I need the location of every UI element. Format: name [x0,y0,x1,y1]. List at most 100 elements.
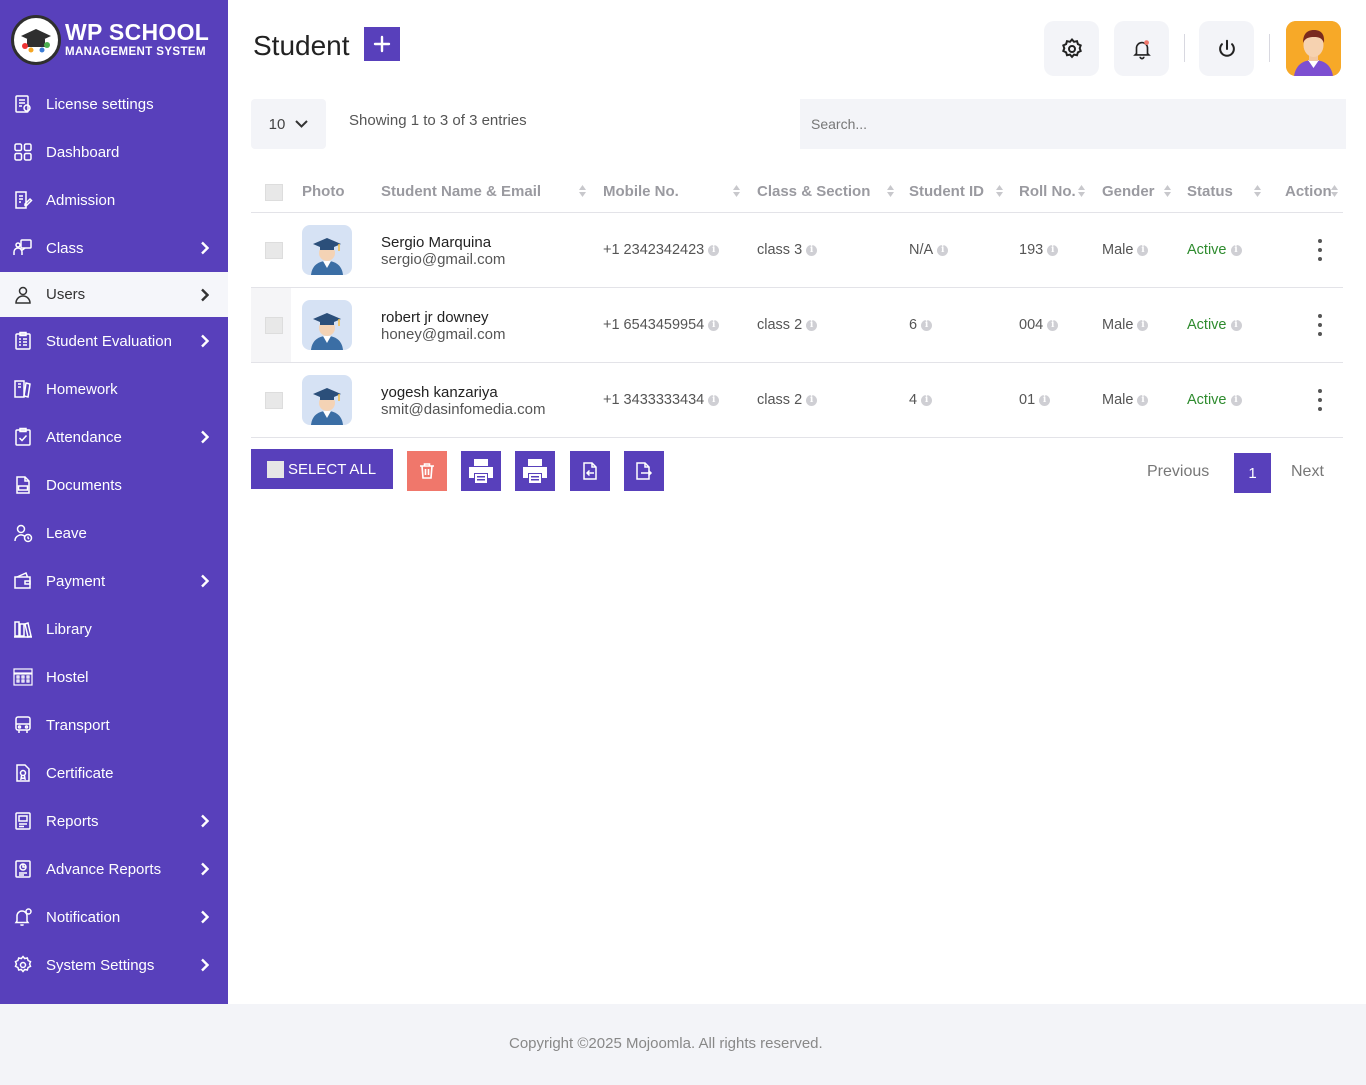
column-header-action: Action [1285,183,1332,200]
info-icon[interactable]: i [806,319,818,331]
column-header-status[interactable]: Status [1187,183,1233,200]
notification-icon [12,906,34,928]
sort-icon[interactable] [996,185,1003,197]
sidebar-item-hostel[interactable]: Hostel [0,653,228,701]
pagination-previous[interactable]: Previous [1147,463,1209,481]
export-button[interactable] [624,451,664,491]
sidebar-item-advance-reports[interactable]: Advance Reports [0,845,228,893]
info-icon[interactable]: i [1047,319,1059,331]
info-icon[interactable]: i [1137,244,1149,256]
select-all-checkbox[interactable] [265,184,283,201]
info-icon[interactable]: i [921,319,933,331]
column-header-gender[interactable]: Gender [1102,183,1155,200]
column-header-name-email[interactable]: Student Name & Email [381,183,541,200]
column-header-roll-no[interactable]: Roll No. [1019,183,1076,200]
sort-icon[interactable] [1331,185,1338,197]
select-all-button[interactable]: SELECT ALL [251,449,393,489]
logout-button[interactable] [1199,21,1254,76]
sidebar-item-class[interactable]: Class [0,224,228,272]
column-header-class-section[interactable]: Class & Section [757,183,870,200]
column-header-mobile[interactable]: Mobile No. [603,183,679,200]
bus-icon [12,714,34,736]
brand-subtitle: MANAGEMENT SYSTEM [65,46,206,59]
row-actions-menu[interactable] [1317,389,1323,411]
info-icon[interactable]: i [921,394,933,406]
power-icon [1218,39,1235,57]
info-icon[interactable]: i [806,394,818,406]
search-input[interactable] [800,99,1346,149]
info-icon[interactable]: i [1230,244,1242,256]
sidebar-item-homework[interactable]: Homework [0,365,228,413]
student-name[interactable]: robert jr downey [381,309,505,326]
sort-icon[interactable] [887,185,894,197]
sidebar-item-payment[interactable]: Payment [0,557,228,605]
import-button[interactable] [570,451,610,491]
row-checkbox[interactable] [265,317,283,334]
roll-no: 193 [1019,242,1044,258]
student-name[interactable]: Sergio Marquina [381,234,505,251]
info-icon[interactable]: i [937,244,949,256]
settings-icon [12,954,34,976]
sidebar-item-notification[interactable]: Notification [0,893,228,941]
info-icon[interactable]: i [1047,244,1059,256]
sort-icon[interactable] [1254,185,1261,197]
gear-icon [1061,37,1082,58]
sidebar-item-leave[interactable]: Leave [0,509,228,557]
row-checkbox[interactable] [265,242,283,259]
sidebar-item-label: Admission [46,191,116,209]
sort-icon[interactable] [733,185,740,197]
info-icon[interactable]: i [806,244,818,256]
row-actions-menu[interactable] [1317,314,1323,336]
row-actions-menu[interactable] [1317,239,1323,261]
sort-icon[interactable] [1078,185,1085,197]
students-table: Photo Student Name & Email Mobile No. Cl… [251,170,1343,438]
student-name[interactable]: yogesh kanzariya [381,384,545,401]
user-avatar[interactable] [1286,21,1341,76]
attendance-icon [12,426,34,448]
sidebar-item-system-settings[interactable]: System Settings [0,941,228,989]
info-icon[interactable]: i [708,319,720,331]
chevron-right-icon [200,334,212,348]
info-icon[interactable]: i [1137,319,1149,331]
sort-icon[interactable] [1164,185,1171,197]
sidebar-item-label: Transport [46,716,110,734]
brand-logo[interactable]: WP SCHOOL MANAGEMENT SYSTEM [0,0,228,80]
table-info: Showing 1 to 3 of 3 entries [349,112,527,129]
info-icon[interactable]: i [1137,394,1149,406]
add-student-button[interactable] [364,27,400,61]
pagination-next[interactable]: Next [1291,463,1324,481]
sidebar-item-label: Student Evaluation [46,332,172,350]
sidebar-item-license-settings[interactable]: License settings [0,80,228,128]
delete-selected-button[interactable] [407,451,447,491]
dashboard-icon [12,141,34,163]
sidebar-item-transport[interactable]: Transport [0,701,228,749]
print-list-button[interactable] [515,451,555,491]
notification-bell-button[interactable] [1114,21,1169,76]
select-all-label: SELECT ALL [288,460,377,478]
row-checkbox[interactable] [265,392,283,409]
info-icon[interactable]: i [1230,394,1242,406]
sidebar-item-label: Certificate [46,764,114,782]
sidebar-item-admission[interactable]: Admission [0,176,228,224]
info-icon[interactable]: i [708,394,720,406]
sidebar-item-student-evaluation[interactable]: Student Evaluation [0,317,228,365]
page-length-select[interactable]: 10 [251,99,326,149]
student-id: 4 [909,392,918,408]
info-icon[interactable]: i [708,244,720,256]
sidebar-item-reports[interactable]: Reports [0,797,228,845]
info-icon[interactable]: i [1230,319,1242,331]
sidebar-item-attendance[interactable]: Attendance [0,413,228,461]
sidebar-item-users[interactable]: Users [0,272,228,317]
print-button[interactable] [461,451,501,491]
sidebar-item-certificate[interactable]: Certificate [0,749,228,797]
pagination-page-1[interactable]: 1 [1234,453,1271,493]
plus-icon [373,35,391,53]
sort-icon[interactable] [579,185,586,197]
mobile-number: +1 3433333434 [603,392,705,408]
sidebar-item-dashboard[interactable]: Dashboard [0,128,228,176]
sidebar-item-documents[interactable]: Documents [0,461,228,509]
info-icon[interactable]: i [1039,394,1051,406]
settings-button[interactable] [1044,21,1099,76]
sidebar-item-library[interactable]: Library [0,605,228,653]
column-header-student-id[interactable]: Student ID [909,183,984,200]
